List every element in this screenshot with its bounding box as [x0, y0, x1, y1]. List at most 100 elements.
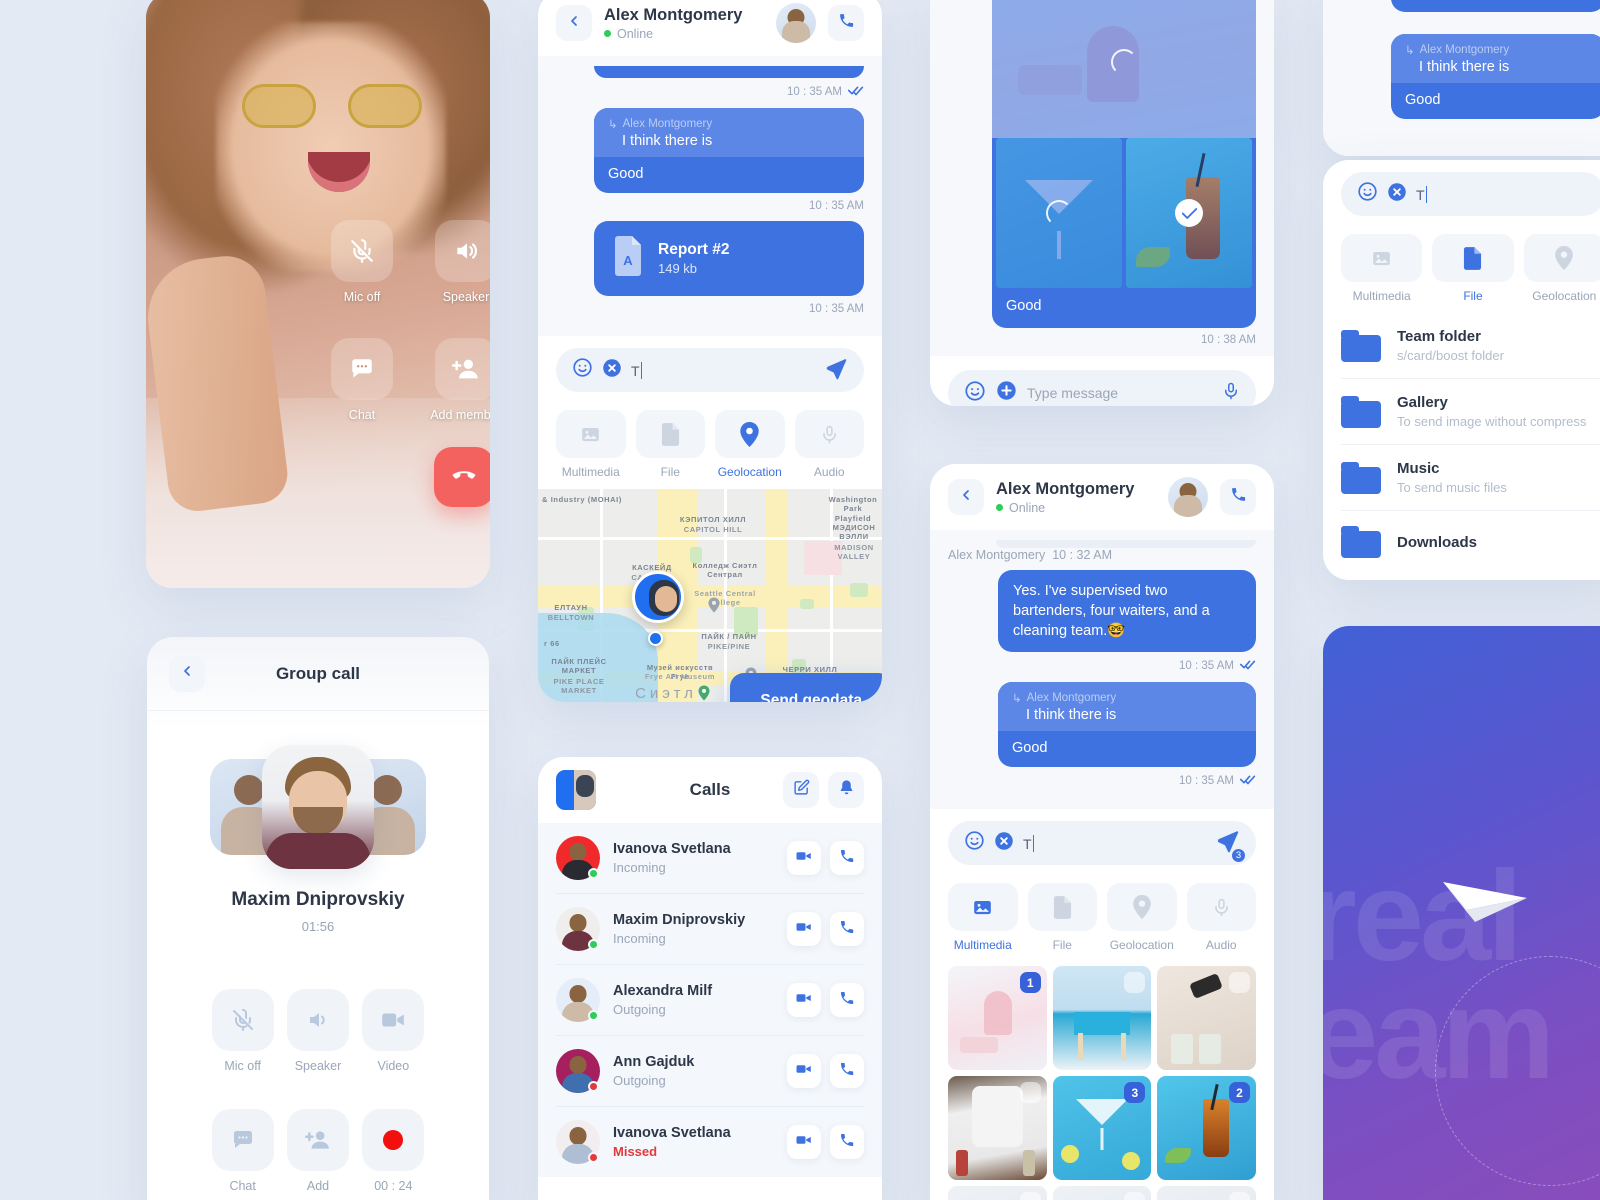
folder-list-item[interactable]: Music To send music files: [1341, 445, 1600, 511]
photo-message-bubble[interactable]: Good: [992, 0, 1256, 328]
message-bubble-partial[interactable]: four waiters, and a cleani: [1391, 0, 1600, 12]
compose-button[interactable]: [783, 772, 819, 808]
emoji-icon[interactable]: [1357, 181, 1378, 207]
call-list-item[interactable]: Ann Gajduk Outgoing: [556, 1036, 864, 1107]
avatar[interactable]: [556, 1120, 600, 1164]
photo-large[interactable]: [992, 0, 1256, 138]
back-button[interactable]: [948, 479, 984, 515]
send-button[interactable]: [824, 356, 848, 385]
media-tile[interactable]: [948, 1186, 1047, 1200]
media-tile[interactable]: [1052, 1186, 1152, 1200]
message-bubble-quoted[interactable]: ↳ Alex Montgomery I think there is Good: [1391, 34, 1600, 119]
audio-call-button[interactable]: [830, 841, 864, 875]
call-list-item[interactable]: Ivanova Svetlana Missed: [556, 1107, 864, 1177]
contact-avatar[interactable]: [776, 3, 816, 43]
video-call-button[interactable]: [787, 912, 821, 946]
selection-checkbox[interactable]: [1228, 972, 1250, 993]
folder-list-item[interactable]: Downloads: [1341, 511, 1600, 573]
attach-multimedia[interactable]: Multimedia: [1341, 234, 1423, 303]
attach-audio[interactable]: Audio: [794, 410, 864, 479]
send-geodata-button[interactable]: Send geodata: [730, 673, 882, 702]
control-chat[interactable]: Chat: [326, 337, 398, 424]
attach-multimedia[interactable]: Multimedia: [556, 410, 626, 479]
map-view[interactable]: & Industry (MOHAI) КЭПИТОЛ ХИЛЛ CAPITOL …: [538, 489, 882, 702]
attach-audio[interactable]: Audio: [1186, 883, 1256, 952]
message-bubble-quoted[interactable]: ↳ Alex Montgomery I think there is Good: [594, 108, 864, 193]
video-call-button[interactable]: [787, 1125, 821, 1159]
file-message-bubble[interactable]: A Report #2 149 kb: [594, 221, 864, 296]
hangup-button[interactable]: [434, 447, 490, 507]
contact-status: Online: [996, 501, 1156, 515]
emoji-icon[interactable]: [964, 830, 985, 856]
close-circle-icon[interactable]: [1387, 182, 1407, 207]
call-list-item[interactable]: Ivanova Svetlana Incoming: [556, 823, 864, 894]
emoji-icon[interactable]: [964, 380, 986, 407]
avatar[interactable]: [556, 978, 600, 1022]
my-location-avatar[interactable]: [632, 571, 684, 623]
audio-call-button[interactable]: [830, 1125, 864, 1159]
audio-call-button[interactable]: [830, 912, 864, 946]
attach-geolocation[interactable]: Geolocation: [1523, 234, 1600, 303]
control-record[interactable]: 00 : 24: [356, 1108, 431, 1195]
selection-checkbox[interactable]: [1019, 1192, 1041, 1200]
message-bubble-quoted[interactable]: ↳ Alex Montgomery I think there is Good: [998, 682, 1256, 767]
attach-file[interactable]: File: [1432, 234, 1514, 303]
call-list-item[interactable]: Alexandra Milf Outgoing: [556, 965, 864, 1036]
message-input[interactable]: T 3: [948, 821, 1256, 865]
folder-list-item[interactable]: Gallery To send image without compress: [1341, 379, 1600, 445]
control-chat[interactable]: Chat: [205, 1108, 280, 1195]
avatar[interactable]: [556, 1049, 600, 1093]
message-input[interactable]: Type message: [948, 370, 1256, 406]
attach-multimedia[interactable]: Multimedia: [948, 883, 1018, 952]
plus-circle-icon[interactable]: [996, 380, 1017, 406]
call-list-item[interactable]: Maxim Dniprovskiy Incoming: [556, 894, 864, 965]
control-mic-off[interactable]: Mic off: [326, 220, 398, 306]
my-avatar[interactable]: [556, 770, 596, 810]
media-tile[interactable]: 1: [948, 966, 1047, 1070]
attach-file[interactable]: File: [1027, 883, 1097, 952]
audio-call-button[interactable]: [830, 1054, 864, 1088]
media-tile[interactable]: [1052, 966, 1152, 1070]
call-button[interactable]: [828, 5, 864, 41]
close-circle-icon[interactable]: [994, 831, 1014, 856]
audio-call-button[interactable]: [830, 983, 864, 1017]
message-input[interactable]: T: [556, 348, 864, 392]
video-call-button[interactable]: [787, 841, 821, 875]
back-button[interactable]: [169, 655, 205, 692]
back-button[interactable]: [556, 5, 592, 41]
media-tile[interactable]: [1157, 966, 1256, 1070]
attach-file[interactable]: File: [635, 410, 705, 479]
attach-geolocation[interactable]: Geolocation: [1107, 883, 1177, 952]
selection-checkbox[interactable]: [1228, 1192, 1250, 1200]
control-add-member[interactable]: Add member: [430, 337, 490, 424]
control-speaker[interactable]: Speaker: [430, 220, 490, 306]
avatar[interactable]: [556, 836, 600, 880]
photo-icedtea[interactable]: [1126, 138, 1252, 288]
control-video[interactable]: Video: [356, 989, 431, 1075]
media-tile[interactable]: 3: [1052, 1076, 1152, 1180]
close-circle-icon[interactable]: [602, 358, 622, 383]
video-call-button[interactable]: [787, 983, 821, 1017]
voice-record-button[interactable]: [1222, 380, 1240, 407]
message-bubble[interactable]: Yes. I've supervised two bartenders, fou…: [998, 570, 1256, 652]
attach-geolocation[interactable]: Geolocation: [715, 410, 785, 479]
control-mic-off[interactable]: Mic off: [205, 989, 280, 1075]
folder-list-item[interactable]: Team folder s/card/boost folder: [1341, 313, 1600, 379]
selection-checkbox[interactable]: [1124, 972, 1146, 993]
avatar[interactable]: [556, 907, 600, 951]
video-call-button[interactable]: [787, 1054, 821, 1088]
notifications-button[interactable]: [828, 772, 864, 808]
call-button[interactable]: [1220, 479, 1256, 515]
photo-martini[interactable]: [996, 138, 1122, 288]
media-tile[interactable]: [948, 1076, 1047, 1180]
message-input[interactable]: T: [1341, 172, 1600, 216]
selection-checkbox[interactable]: [1019, 1082, 1041, 1103]
selection-checkbox[interactable]: [1124, 1192, 1146, 1200]
emoji-icon[interactable]: [572, 357, 593, 383]
control-add-member[interactable]: Add: [280, 1108, 355, 1195]
contact-avatar[interactable]: [1168, 477, 1208, 517]
media-tile[interactable]: 2: [1157, 1076, 1256, 1180]
control-speaker[interactable]: Speaker: [280, 989, 355, 1075]
media-tile[interactable]: [1157, 1186, 1256, 1200]
send-button[interactable]: 3: [1215, 828, 1246, 863]
